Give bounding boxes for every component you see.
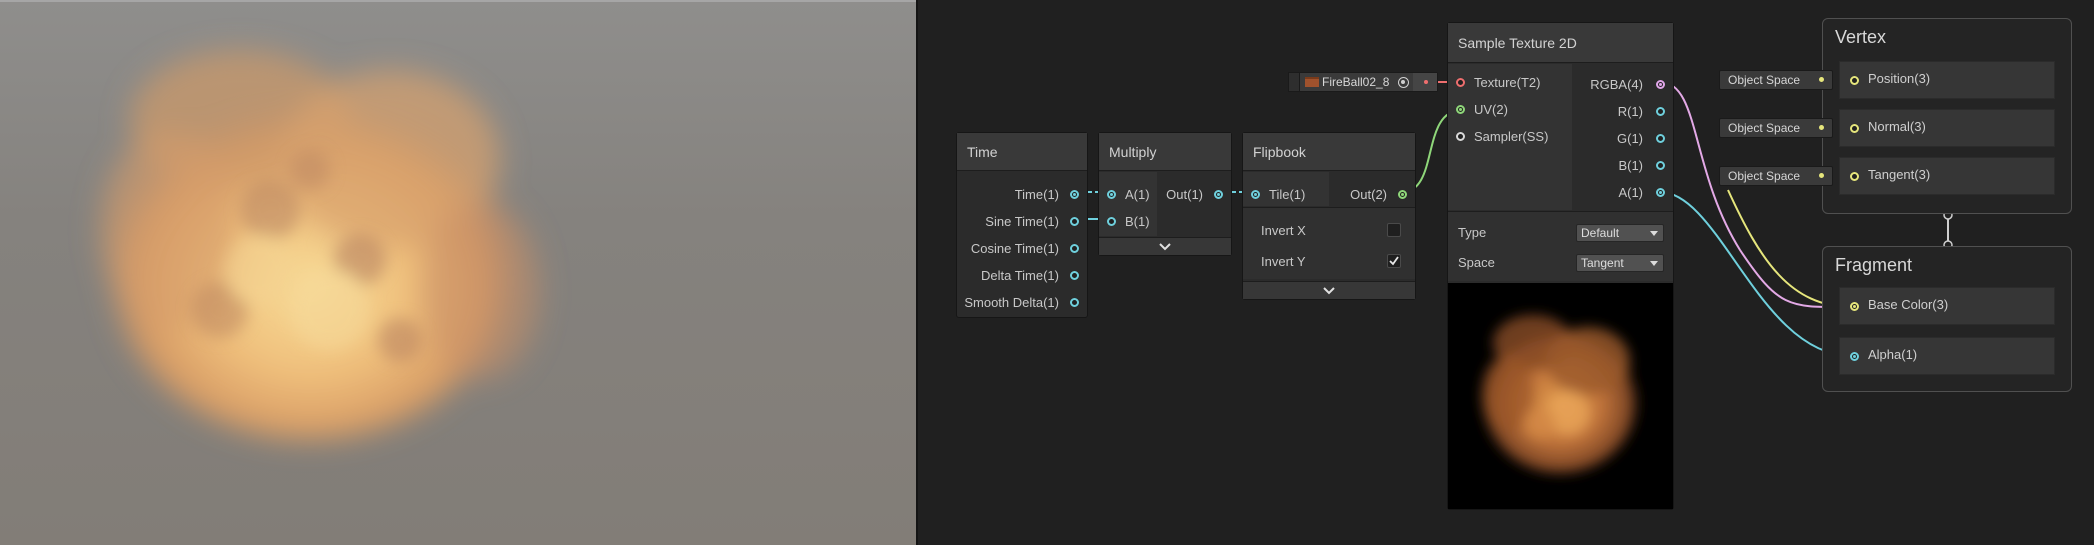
texture-asset-field[interactable]: FireBall02_8	[1288, 72, 1438, 92]
sine-time-port-dot[interactable]	[1070, 217, 1079, 226]
flipbook-expand-button[interactable]	[1243, 281, 1415, 299]
type-label: Type	[1458, 225, 1487, 240]
time-output-smooth-delta[interactable]: Smooth Delta(1)	[964, 293, 1059, 313]
time-port-dot[interactable]	[1070, 190, 1079, 199]
time-output-delta[interactable]: Delta Time(1)	[981, 266, 1059, 286]
sampler-input-port-dot[interactable]	[1456, 132, 1465, 141]
chevron-down-icon	[1323, 286, 1335, 294]
sample-input-sampler[interactable]: Sampler(SS)	[1474, 127, 1548, 147]
b-output-port-dot[interactable]	[1656, 161, 1665, 170]
invert-y-checkbox[interactable]	[1387, 254, 1401, 268]
space-dropdown[interactable]: Tangent	[1576, 254, 1664, 272]
fragment-block[interactable]: Fragment Base Color(3) Alpha(1)	[1822, 246, 2072, 392]
sample-output-a[interactable]: A(1)	[1618, 183, 1643, 203]
flipbook-output[interactable]: Out(2)	[1350, 185, 1387, 205]
time-node-title: Time	[957, 133, 1087, 171]
vertex-slot-tangent[interactable]: Tangent(3)	[1839, 157, 2055, 195]
space-knob-icon	[1819, 173, 1824, 178]
flipbook-out-port-dot[interactable]	[1398, 190, 1407, 199]
normal-space-pill[interactable]: Object Space	[1719, 118, 1833, 138]
rgba-output-port-dot[interactable]	[1656, 80, 1665, 89]
fireball-preview-image	[100, 50, 540, 440]
texture-preview-image	[1448, 283, 1673, 509]
vertex-block[interactable]: Vertex Position(3) Normal(3) Tangent(3)	[1822, 18, 2072, 214]
flipbook-node-title: Flipbook	[1243, 133, 1415, 171]
sample-output-b[interactable]: B(1)	[1618, 156, 1643, 176]
flipbook-tile-port-dot[interactable]	[1251, 190, 1260, 199]
tangent-space-pill[interactable]: Object Space	[1719, 166, 1833, 186]
texture-swatch-icon	[1305, 77, 1319, 87]
vertex-slot-normal[interactable]: Normal(3)	[1839, 109, 2055, 147]
flipbook-node[interactable]: Flipbook Tile(1) Out(2) Invert X Invert …	[1242, 132, 1416, 300]
multiply-node-title: Multiply	[1099, 133, 1231, 171]
vertex-title: Vertex	[1835, 27, 1887, 47]
invert-x-checkbox[interactable]	[1387, 223, 1401, 237]
sample-input-uv[interactable]: UV(2)	[1474, 100, 1508, 120]
vertex-slot-position[interactable]: Position(3)	[1839, 61, 2055, 99]
type-dropdown[interactable]: Default	[1576, 224, 1664, 242]
sample-output-rgba[interactable]: RGBA(4)	[1590, 75, 1643, 95]
fragment-slot-base-color[interactable]: Base Color(3)	[1839, 287, 2055, 325]
g-output-port-dot[interactable]	[1656, 134, 1665, 143]
multiply-b-port-dot[interactable]	[1107, 217, 1116, 226]
multiply-out-port-dot[interactable]	[1214, 190, 1223, 199]
multiply-input-a[interactable]: A(1)	[1125, 185, 1150, 205]
multiply-input-b[interactable]: B(1)	[1125, 212, 1150, 232]
preview-top-edge	[0, 0, 916, 2]
invert-x-label: Invert X	[1261, 223, 1306, 238]
cosine-time-port-dot[interactable]	[1070, 244, 1079, 253]
smooth-delta-port-dot[interactable]	[1070, 298, 1079, 307]
object-picker-icon[interactable]	[1398, 77, 1409, 88]
texture-input-port-dot[interactable]	[1456, 78, 1465, 87]
flipbook-input-tile[interactable]: Tile(1)	[1269, 185, 1305, 205]
sample-output-g[interactable]: G(1)	[1617, 129, 1643, 149]
texture-asset-name: FireBall02_8	[1322, 75, 1390, 89]
preview-viewport[interactable]	[0, 0, 916, 545]
time-output-sine[interactable]: Sine Time(1)	[985, 212, 1059, 232]
texture-field-end	[1413, 73, 1437, 91]
fragment-title: Fragment	[1835, 255, 1913, 275]
sample-output-r[interactable]: R(1)	[1618, 102, 1643, 122]
base-color-port-dot[interactable]	[1850, 302, 1859, 311]
chevron-down-icon	[1159, 242, 1171, 250]
time-node[interactable]: Time Time(1) Sine Time(1) Cosine Time(1)…	[956, 132, 1088, 318]
tangent-port-dot[interactable]	[1850, 172, 1859, 181]
invert-y-label: Invert Y	[1261, 254, 1306, 269]
texture-field-handle[interactable]	[1288, 72, 1300, 92]
sample-texture-2d-node[interactable]: Sample Texture 2D Texture(T2) UV(2) Samp…	[1447, 22, 1674, 510]
a-output-port-dot[interactable]	[1656, 188, 1665, 197]
r-output-port-dot[interactable]	[1656, 107, 1665, 116]
fragment-slot-alpha[interactable]: Alpha(1)	[1839, 337, 2055, 375]
normal-port-dot[interactable]	[1850, 124, 1859, 133]
space-knob-icon	[1819, 125, 1824, 130]
multiply-output[interactable]: Out(1)	[1166, 185, 1203, 205]
uv-input-port-dot[interactable]	[1456, 105, 1465, 114]
delta-time-port-dot[interactable]	[1070, 271, 1079, 280]
position-space-pill[interactable]: Object Space	[1719, 70, 1833, 90]
multiply-node[interactable]: Multiply A(1) B(1) Out(1)	[1098, 132, 1232, 256]
time-output-time[interactable]: Time(1)	[1015, 185, 1059, 205]
checkmark-icon	[1389, 256, 1399, 266]
sample-texture-title: Sample Texture 2D	[1448, 23, 1673, 63]
multiply-a-port-dot[interactable]	[1107, 190, 1116, 199]
dropdown-arrow-icon	[1650, 261, 1658, 266]
dropdown-arrow-icon	[1650, 231, 1658, 236]
alpha-port-dot[interactable]	[1850, 352, 1859, 361]
multiply-expand-button[interactable]	[1099, 237, 1231, 255]
space-label: Space	[1458, 255, 1495, 270]
time-output-cosine[interactable]: Cosine Time(1)	[971, 239, 1059, 259]
sample-input-texture[interactable]: Texture(T2)	[1474, 73, 1540, 93]
space-knob-icon	[1819, 77, 1824, 82]
position-port-dot[interactable]	[1850, 76, 1859, 85]
